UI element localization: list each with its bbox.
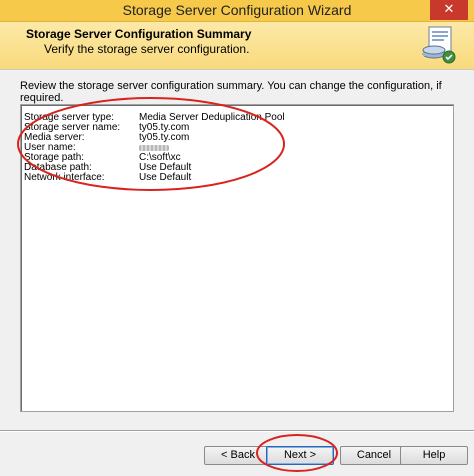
help-button[interactable]: Help bbox=[400, 446, 468, 465]
wizard-disk-icon bbox=[422, 26, 456, 64]
next-button[interactable]: Next > bbox=[266, 446, 334, 465]
page-title: Storage Server Configuration Summary bbox=[26, 27, 252, 41]
summary-label: Network interface: bbox=[24, 172, 105, 183]
window-title: Storage Server Configuration Wizard bbox=[122, 2, 352, 18]
summary-value: Use Default bbox=[139, 172, 192, 183]
footer-divider bbox=[0, 430, 474, 432]
close-icon: ✕ bbox=[443, 2, 455, 17]
summary-list[interactable]: Storage server type: Media Server Dedupl… bbox=[20, 104, 454, 412]
cancel-button[interactable]: Cancel bbox=[340, 446, 408, 465]
window-titlebar: Storage Server Configuration Wizard ✕ bbox=[0, 0, 474, 22]
instruction-text: Review the storage server configuration … bbox=[20, 80, 442, 104]
back-button[interactable]: < Back bbox=[204, 446, 272, 465]
close-button[interactable]: ✕ bbox=[430, 0, 468, 20]
page-subtitle: Verify the storage server configuration. bbox=[44, 42, 250, 56]
wizard-header: Storage Server Configuration Summary Ver… bbox=[0, 22, 474, 70]
